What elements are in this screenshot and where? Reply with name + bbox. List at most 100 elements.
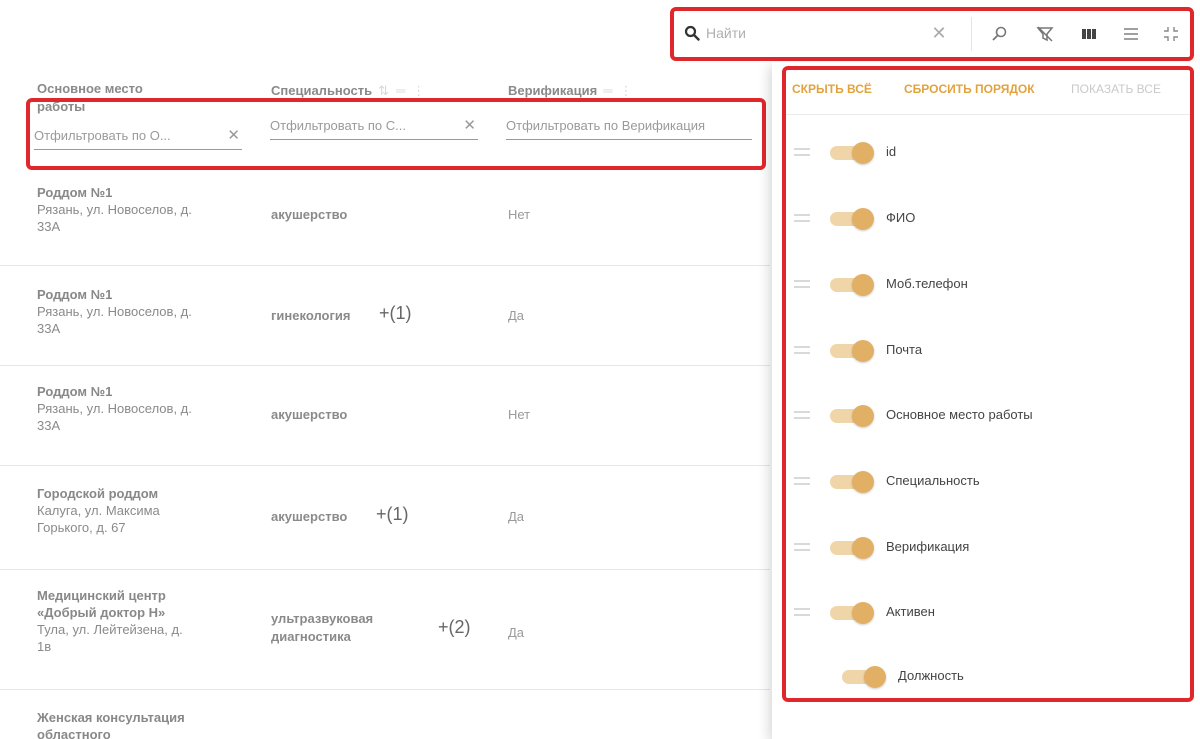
cell-work: Роддом №1 Рязань, ул. Новоселов, д. 33А: [37, 383, 237, 434]
clear-filter-icon[interactable]: ✕: [227, 124, 240, 148]
cell-work: Городской роддом Калуга, ул. Максима Гор…: [37, 485, 237, 536]
column-menu-icon[interactable]: ⋮: [619, 83, 633, 98]
column-toggle-item[interactable]: id: [786, 132, 1190, 172]
column-toggle-label: Верификация: [886, 539, 970, 554]
drag-handle-icon[interactable]: [794, 411, 810, 419]
work-name: областного: [37, 727, 111, 739]
column-toggle-label: ФИО: [886, 210, 916, 225]
work-address: 1в: [37, 639, 52, 654]
drag-handle-icon[interactable]: [794, 214, 810, 222]
work-name: Роддом №1: [37, 287, 113, 302]
column-toggle-label: Почта: [886, 342, 923, 357]
column-toggle-item[interactable]: Активен: [786, 592, 1190, 632]
column-visibility-toggle[interactable]: [830, 274, 878, 296]
drag-handle-icon[interactable]: [794, 148, 810, 156]
table-toolbar: ✕: [670, 7, 1194, 61]
column-visibility-toggle[interactable]: [842, 666, 890, 688]
table-row[interactable]: Медицинский центр «Добрый доктор Н» Тула…: [0, 570, 770, 690]
column-header-label: Верификация: [508, 83, 598, 98]
filter-placeholder: Отфильтровать по О...: [34, 128, 171, 143]
cell-specialty: акушерство: [271, 509, 348, 524]
clear-filter-icon[interactable]: ✕: [463, 114, 476, 138]
work-address: Тула, ул. Лейтейзена, д.: [37, 622, 183, 637]
table-row[interactable]: Роддом №1 Рязань, ул. Новоселов, д. 33А …: [0, 266, 770, 366]
fullscreen-exit-button[interactable]: [1158, 21, 1184, 47]
work-address: 33А: [37, 321, 61, 336]
column-toggle-label: id: [886, 144, 897, 159]
cell-work: Роддом №1 Рязань, ул. Новоселов, д. 33А: [37, 184, 237, 235]
cell-verification: Нет: [508, 207, 531, 222]
table-row[interactable]: Городской роддом Калуга, ул. Максима Гор…: [0, 466, 770, 570]
clear-search-icon[interactable]: ✕: [929, 23, 949, 43]
more-specialties-badge[interactable]: +(2): [438, 617, 471, 638]
specialty-text: диагностика: [271, 629, 351, 644]
columns-menu-list: СКРЫТЬ ВСЁ СБРОСИТЬ ПОРЯДОК ПОКАЗАТЬ ВСЕ…: [782, 66, 1194, 702]
column-header-label: Основное место: [37, 81, 143, 96]
column-toggle-label: Специальность: [886, 473, 980, 488]
cell-verification: Да: [508, 625, 525, 640]
cell-work: Роддом №1 Рязань, ул. Новоселов, д. 33А: [37, 286, 237, 337]
filter-placeholder: Отфильтровать по Верификация: [506, 118, 706, 133]
column-visibility-toggle[interactable]: [830, 142, 878, 164]
work-address: Горького, д. 67: [37, 520, 126, 535]
more-specialties-badge[interactable]: +(1): [376, 504, 409, 525]
work-address: Калуга, ул. Максима: [37, 503, 160, 518]
hide-all-button[interactable]: СКРЫТЬ ВСЁ: [792, 82, 872, 96]
table-row[interactable]: Роддом №1 Рязань, ул. Новоселов, д. 33А …: [0, 366, 770, 466]
density-button[interactable]: [1118, 21, 1144, 47]
drag-handle-icon[interactable]: ═: [396, 83, 406, 98]
column-toggle-item[interactable]: ФИО: [786, 198, 1190, 238]
toggle-filters-button[interactable]: [1032, 21, 1058, 47]
sort-icon[interactable]: ⇅: [378, 83, 390, 98]
toolbar-divider: [971, 17, 972, 51]
column-visibility-toggle[interactable]: [830, 537, 878, 559]
column-visibility-toggle[interactable]: [830, 471, 878, 493]
work-address: 33А: [37, 219, 61, 234]
column-toggle-item[interactable]: Должность: [786, 656, 1190, 696]
column-visibility-toggle[interactable]: [830, 208, 878, 230]
column-visibility-toggle[interactable]: [830, 340, 878, 362]
cell-specialty: акушерство: [271, 407, 348, 422]
column-menu-icon[interactable]: ⋮: [412, 83, 426, 98]
drag-handle-icon[interactable]: ═: [603, 83, 613, 98]
more-specialties-badge[interactable]: +(1): [379, 303, 412, 324]
drag-handle-icon[interactable]: [794, 280, 810, 288]
filter-placeholder: Отфильтровать по С...: [270, 118, 406, 133]
fullscreen-exit-icon: [1164, 27, 1178, 41]
reset-order-button[interactable]: СБРОСИТЬ ПОРЯДОК: [904, 82, 1035, 96]
drag-handle-icon[interactable]: [794, 543, 810, 551]
column-toggle-item[interactable]: Почта: [786, 330, 1190, 370]
search-input[interactable]: [706, 20, 946, 46]
view-column-icon: [1082, 29, 1096, 39]
toggle-search-button[interactable]: [987, 21, 1013, 47]
drag-handle-icon[interactable]: [794, 346, 810, 354]
table-row[interactable]: Женская консультация областного: [0, 690, 770, 739]
column-toggle-item[interactable]: Специальность: [786, 461, 1190, 501]
filter-work-input[interactable]: Отфильтровать по О... ✕: [34, 124, 242, 150]
table-row[interactable]: Роддом №1 Рязань, ул. Новоселов, д. 33А …: [0, 164, 770, 266]
show-all-button[interactable]: ПОКАЗАТЬ ВСЕ: [1071, 82, 1161, 96]
work-name: Городской роддом: [37, 486, 159, 501]
filter-specialty-input[interactable]: Отфильтровать по С... ✕: [270, 114, 478, 140]
cell-verification: Да: [508, 308, 525, 323]
work-name: Роддом №1: [37, 384, 113, 399]
columns-button[interactable]: [1076, 21, 1102, 47]
column-visibility-toggle[interactable]: [830, 405, 878, 427]
work-address: Рязань, ул. Новоселов, д.: [37, 401, 192, 416]
drag-handle-icon[interactable]: [794, 608, 810, 616]
specialty-text: ультразвуковая: [271, 611, 374, 626]
work-name: Роддом №1: [37, 185, 113, 200]
work-address: Рязань, ул. Новоселов, д.: [37, 304, 192, 319]
cell-specialty: ультразвуковая диагностика: [271, 610, 373, 646]
column-toggle-item[interactable]: Моб.телефон: [786, 264, 1190, 304]
column-visibility-toggle[interactable]: [830, 602, 878, 624]
column-toggle-label: Моб.телефон: [886, 276, 968, 291]
column-toggle-item[interactable]: Верификация: [786, 527, 1190, 567]
drag-handle-icon[interactable]: [794, 477, 810, 485]
column-toggle-item[interactable]: Основное место работы: [786, 395, 1190, 435]
column-filters-highlight: Отфильтровать по О... ✕ Отфильтровать по…: [26, 98, 766, 170]
work-name: «Добрый доктор Н»: [37, 605, 166, 620]
cell-verification: Да: [508, 509, 525, 524]
filter-verification-input[interactable]: Отфильтровать по Верификация: [506, 114, 752, 140]
search-off-icon: [992, 26, 1007, 41]
